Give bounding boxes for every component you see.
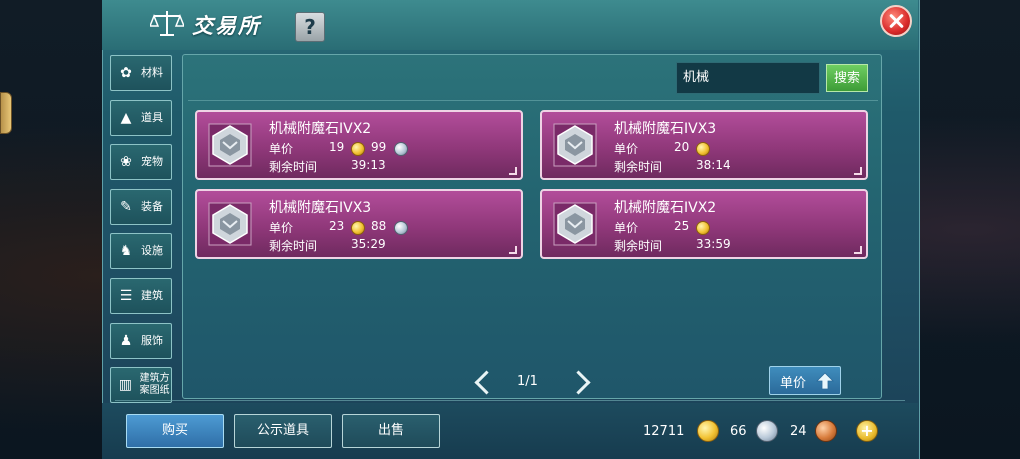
- gold-coin-icon: [696, 221, 710, 235]
- gold-coin-icon: [696, 142, 710, 156]
- building-icon: ☰: [119, 287, 133, 304]
- silver-coin-icon: [394, 142, 408, 156]
- time-remaining: 33:59: [696, 237, 731, 251]
- price-gold: 25: [674, 219, 690, 233]
- gold-coin-icon: [351, 221, 365, 235]
- enchant-stone-icon: [553, 202, 597, 246]
- price-label: 单价: [269, 142, 294, 156]
- item-name: 机械附魔石IVX3: [269, 200, 372, 216]
- bottom-divider: [115, 400, 905, 401]
- buy-tab[interactable]: 购买: [126, 414, 224, 448]
- tools-icon: ▲: [120, 109, 132, 126]
- window-title: 交易所: [192, 14, 261, 38]
- sell-tab[interactable]: 出售: [342, 414, 440, 448]
- time-remaining: 39:13: [351, 158, 386, 172]
- gold-amount: 12711: [643, 424, 685, 439]
- listing-card[interactable]: 机械附魔石IVX3 单价 23 88 剩余时间 35:29: [195, 189, 523, 259]
- category-clothing[interactable]: ♟ 服饰: [110, 322, 172, 359]
- enchant-stone-icon: [553, 123, 597, 167]
- search-button[interactable]: 搜索: [826, 64, 868, 92]
- gold-coin-icon: [697, 420, 719, 442]
- scales-icon: [150, 11, 184, 36]
- add-currency-button[interactable]: +: [856, 420, 878, 442]
- silver-coin-icon: [756, 420, 778, 442]
- category-label: 装备: [141, 199, 163, 213]
- page-indicator: 1/1: [517, 374, 538, 389]
- sort-up-arrow-icon: [816, 372, 834, 390]
- clothing-icon: ♟: [119, 332, 133, 349]
- bronze-coin-icon: [815, 420, 837, 442]
- price-gold: 23: [329, 219, 345, 233]
- equipment-icon: ✎: [120, 198, 132, 215]
- listing-card[interactable]: 机械附魔石IVX2 单价 25 剩余时间 33:59: [540, 189, 868, 259]
- help-button[interactable]: ?: [295, 12, 325, 42]
- category-pets[interactable]: ❀ 宠物: [110, 144, 172, 181]
- corner-mark: [854, 167, 862, 175]
- corner-mark: [509, 167, 517, 175]
- category-label: 服饰: [141, 333, 163, 347]
- time-label: 剩余时间: [269, 239, 318, 253]
- item-name: 机械附魔石IVX2: [614, 200, 717, 216]
- category-blueprints[interactable]: ▥ 建筑方案图纸: [110, 367, 172, 404]
- enchant-stone-icon: [208, 202, 252, 246]
- price-gold: 20: [674, 140, 690, 154]
- listing-card[interactable]: 机械附魔石IVX3 单价 20 剩余时间 38:14: [540, 110, 868, 180]
- item-name: 机械附魔石IVX2: [269, 121, 372, 137]
- category-label: 设施: [141, 244, 163, 258]
- materials-icon: ✿: [120, 65, 132, 81]
- listing-card[interactable]: 机械附魔石IVX2 单价 19 99 剩余时间 39:13: [195, 110, 523, 180]
- time-remaining: 38:14: [696, 158, 731, 172]
- price-gold: 19: [329, 140, 345, 154]
- price-label: 单价: [614, 221, 639, 235]
- facility-icon: ♞: [119, 243, 133, 260]
- category-label: 建筑: [141, 288, 163, 302]
- category-facilities[interactable]: ♞ 设施: [110, 233, 172, 270]
- bronze-amount: 24: [790, 424, 807, 439]
- price-label: 单价: [269, 221, 294, 235]
- public-items-tab[interactable]: 公示道具: [234, 414, 332, 448]
- category-buildings[interactable]: ☰ 建筑: [110, 277, 172, 314]
- enchant-stone-icon: [208, 123, 252, 167]
- blueprint-icon: ▥: [118, 377, 132, 394]
- price-silver: 88: [371, 219, 387, 233]
- time-remaining: 35:29: [351, 237, 386, 251]
- item-name: 机械附魔石IVX3: [614, 121, 717, 137]
- silver-coin-icon: [394, 221, 408, 235]
- price-label: 单价: [614, 142, 639, 156]
- close-button[interactable]: [880, 5, 912, 37]
- sort-label: 单价: [780, 376, 807, 391]
- gold-coin-icon: [351, 142, 365, 156]
- category-label: 道具: [141, 110, 163, 124]
- panel-divider: [188, 100, 878, 101]
- category-label: 材料: [141, 66, 163, 79]
- search-input[interactable]: 机械: [676, 62, 820, 94]
- price-silver: 99: [371, 140, 387, 154]
- category-materials[interactable]: ✿ 材料: [110, 55, 172, 91]
- silver-amount: 66: [730, 424, 747, 439]
- corner-mark: [509, 246, 517, 254]
- sort-by-price-button[interactable]: 单价: [769, 366, 841, 395]
- category-sidebar: ✿ 材料 ▲ 道具 ❀ 宠物 ✎ 装备 ♞ 设施 ☰ 建筑 ♟ 服饰 ▥ 建筑方…: [110, 55, 174, 404]
- category-label: 宠物: [141, 155, 163, 169]
- time-label: 剩余时间: [614, 160, 663, 174]
- pet-paw-icon: ❀: [120, 154, 132, 171]
- time-label: 剩余时间: [614, 239, 663, 253]
- category-tools[interactable]: ▲ 道具: [110, 99, 172, 136]
- time-label: 剩余时间: [269, 160, 318, 174]
- category-equipment[interactable]: ✎ 装备: [110, 188, 172, 225]
- category-label: 建筑方案图纸: [139, 373, 170, 397]
- corner-mark: [854, 246, 862, 254]
- side-drawer-tab[interactable]: [0, 92, 12, 134]
